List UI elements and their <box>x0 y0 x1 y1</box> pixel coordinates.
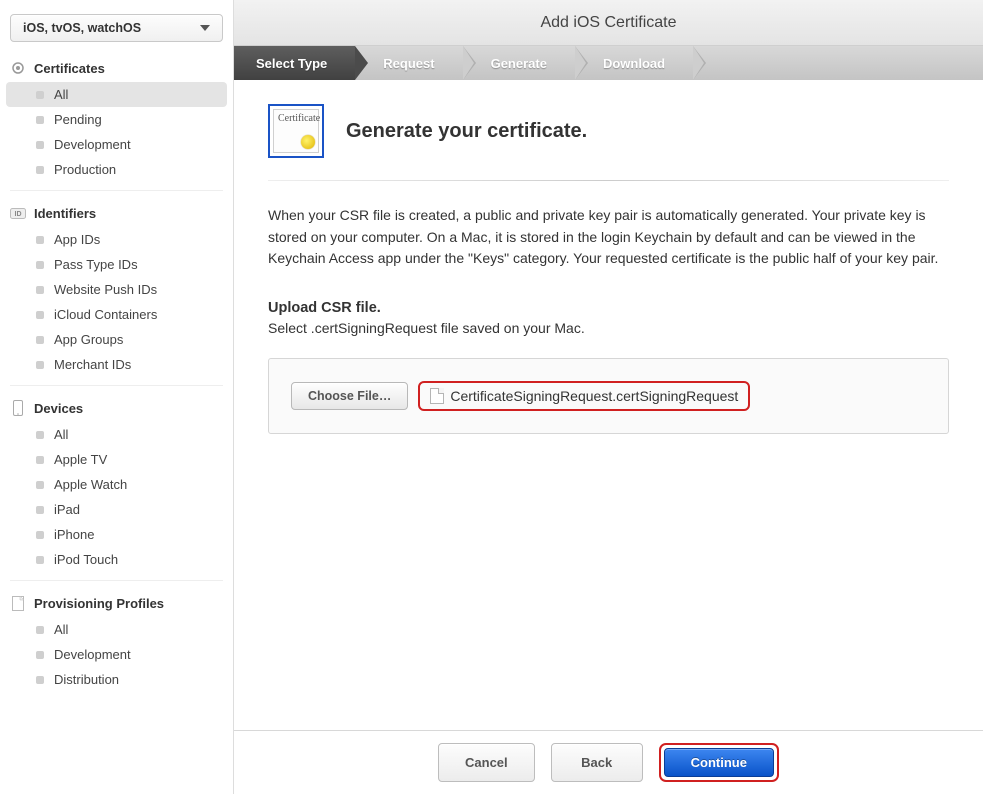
id-icon: ID <box>10 205 26 221</box>
sidebar-item-pass-type-ids[interactable]: Pass Type IDs <box>6 252 227 277</box>
section-title: Identifiers <box>34 206 96 221</box>
sidebar-item-cert-pending[interactable]: Pending <box>6 107 227 132</box>
sidebar-item-cert-production[interactable]: Production <box>6 157 227 182</box>
divider <box>10 385 223 386</box>
bullet-icon <box>36 286 44 294</box>
bullet-icon <box>36 676 44 684</box>
certificate-icon: Certificate <box>268 104 324 158</box>
divider <box>10 190 223 191</box>
step-select-type[interactable]: Select Type <box>234 46 355 80</box>
section-devices: Devices All Apple TV Apple Watch iPad iP… <box>6 394 227 572</box>
platform-selector[interactable]: iOS, tvOS, watchOS <box>10 14 223 42</box>
section-identifiers: ID Identifiers App IDs Pass Type IDs Web… <box>6 199 227 377</box>
section-certificates: Certificates All Pending Development Pro… <box>6 54 227 182</box>
bullet-icon <box>36 336 44 344</box>
certificates-icon <box>10 60 26 76</box>
bullet-icon <box>36 116 44 124</box>
upload-title: Upload CSR file. <box>268 300 949 316</box>
selected-file-name: CertificateSigningRequest.certSigningReq… <box>450 388 738 404</box>
section-title: Provisioning Profiles <box>34 596 164 611</box>
file-icon <box>430 388 444 404</box>
bullet-icon <box>36 651 44 659</box>
back-button[interactable]: Back <box>551 743 643 782</box>
seal-icon <box>301 135 315 149</box>
section-header-provisioning[interactable]: Provisioning Profiles <box>6 589 227 617</box>
body-text: When your CSR file is created, a public … <box>268 205 949 270</box>
sidebar-item-ipad[interactable]: iPad <box>6 497 227 522</box>
continue-highlight: Continue <box>659 743 779 782</box>
bullet-icon <box>36 531 44 539</box>
sidebar-item-apple-tv[interactable]: Apple TV <box>6 447 227 472</box>
bullet-icon <box>36 91 44 99</box>
sidebar-item-apple-watch[interactable]: Apple Watch <box>6 472 227 497</box>
bullet-icon <box>36 506 44 514</box>
bullet-icon <box>36 261 44 269</box>
svg-text:ID: ID <box>15 211 22 218</box>
sidebar-item-app-ids[interactable]: App IDs <box>6 227 227 252</box>
page-title: Add iOS Certificate <box>540 14 676 32</box>
continue-button[interactable]: Continue <box>664 748 774 777</box>
main: Add iOS Certificate Select Type Request … <box>234 0 983 794</box>
section-provisioning-profiles: Provisioning Profiles All Development Di… <box>6 589 227 692</box>
sidebar-item-dev-all[interactable]: All <box>6 422 227 447</box>
bullet-icon <box>36 166 44 174</box>
footer: Cancel Back Continue <box>234 730 983 794</box>
heading: Generate your certificate. <box>346 120 587 143</box>
section-title: Devices <box>34 401 83 416</box>
step-request[interactable]: Request <box>355 46 462 80</box>
step-generate[interactable]: Generate <box>463 46 575 80</box>
bullet-icon <box>36 556 44 564</box>
bullet-icon <box>36 311 44 319</box>
section-header-devices[interactable]: Devices <box>6 394 227 422</box>
sidebar: iOS, tvOS, watchOS Certificates All Pend… <box>0 0 234 794</box>
sidebar-item-app-groups[interactable]: App Groups <box>6 327 227 352</box>
bullet-icon <box>36 141 44 149</box>
sidebar-item-ipod-touch[interactable]: iPod Touch <box>6 547 227 572</box>
divider <box>10 580 223 581</box>
title-bar: Add iOS Certificate <box>234 0 983 46</box>
bullet-icon <box>36 361 44 369</box>
section-title: Certificates <box>34 61 105 76</box>
section-header-identifiers[interactable]: ID Identifiers <box>6 199 227 227</box>
chevron-down-icon <box>200 25 210 31</box>
bullet-icon <box>36 481 44 489</box>
sidebar-item-cert-development[interactable]: Development <box>6 132 227 157</box>
bullet-icon <box>36 431 44 439</box>
sidebar-item-cert-all[interactable]: All <box>6 82 227 107</box>
sidebar-item-prov-development[interactable]: Development <box>6 642 227 667</box>
step-download[interactable]: Download <box>575 46 693 80</box>
device-icon <box>10 400 26 416</box>
choose-file-button[interactable]: Choose File… <box>291 382 408 410</box>
section-header-certificates[interactable]: Certificates <box>6 54 227 82</box>
bullet-icon <box>36 626 44 634</box>
content: Certificate Generate your certificate. W… <box>234 80 983 730</box>
sidebar-item-prov-distribution[interactable]: Distribution <box>6 667 227 692</box>
bullet-icon <box>36 456 44 464</box>
sidebar-item-icloud-containers[interactable]: iCloud Containers <box>6 302 227 327</box>
document-icon <box>10 595 26 611</box>
selected-file-display: CertificateSigningRequest.certSigningReq… <box>418 381 750 411</box>
upload-subtitle: Select .certSigningRequest file saved on… <box>268 320 949 336</box>
sidebar-item-prov-all[interactable]: All <box>6 617 227 642</box>
platform-selector-label: iOS, tvOS, watchOS <box>23 21 141 35</box>
sidebar-item-iphone[interactable]: iPhone <box>6 522 227 547</box>
sidebar-item-merchant-ids[interactable]: Merchant IDs <box>6 352 227 377</box>
bullet-icon <box>36 236 44 244</box>
upload-box: Choose File… CertificateSigningRequest.c… <box>268 358 949 434</box>
cancel-button[interactable]: Cancel <box>438 743 535 782</box>
sidebar-item-website-push-ids[interactable]: Website Push IDs <box>6 277 227 302</box>
divider <box>268 180 949 181</box>
wizard-steps: Select Type Request Generate Download <box>234 46 983 80</box>
